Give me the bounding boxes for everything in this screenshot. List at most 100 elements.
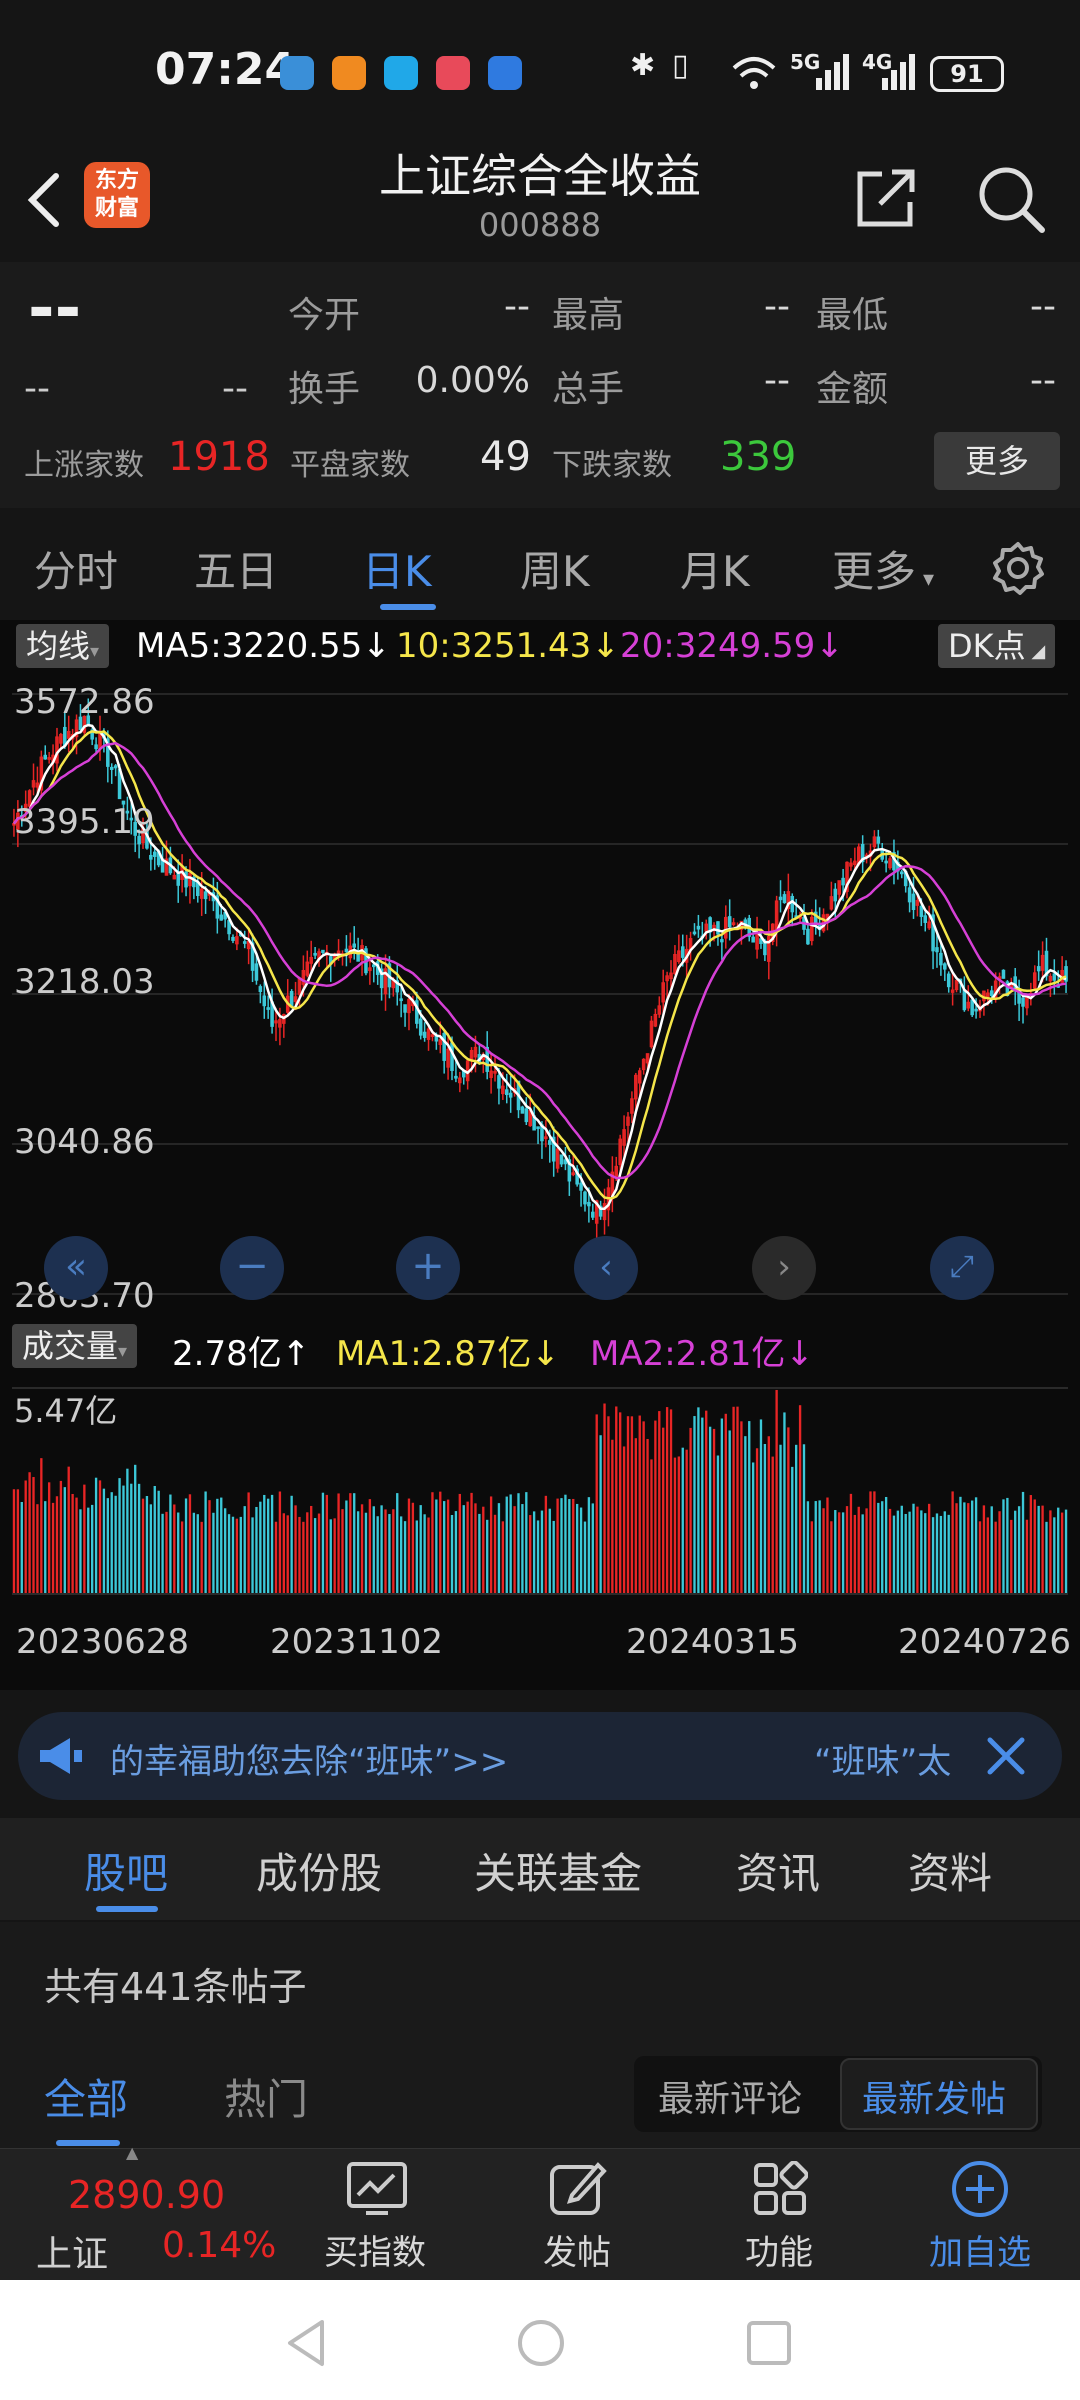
volume-bar	[274, 1521, 278, 1594]
back-nav-icon[interactable]	[284, 2318, 328, 2368]
open-label: 今开	[288, 295, 361, 336]
tab-profile[interactable]: 资料	[908, 1840, 992, 1901]
add-watchlist-button[interactable]: 加自选	[910, 2149, 1050, 2281]
candle-body	[587, 1201, 591, 1207]
volume-label: 总手	[552, 369, 625, 410]
x-tick-2: 20231102	[270, 1622, 444, 1662]
volume-selector[interactable]: 成交量▾	[12, 1324, 138, 1368]
zoom-out-button[interactable]: −	[220, 1236, 284, 1300]
tab-more[interactable]: 更多 ▾	[832, 538, 934, 599]
volume-bar	[955, 1503, 958, 1594]
dk-point-button[interactable]: DK点 ◢	[938, 624, 1056, 668]
volume-bar	[36, 1504, 39, 1594]
volume-bar	[1021, 1491, 1025, 1594]
volume-bar	[536, 1520, 540, 1594]
tab-five-day[interactable]: 五日	[194, 538, 278, 599]
tab-all-posts[interactable]: 全部	[44, 2066, 128, 2127]
zoom-in-button[interactable]: +	[396, 1236, 460, 1300]
volume-bar	[665, 1407, 669, 1594]
price-change: --	[24, 368, 50, 409]
scroll-left-fast-button[interactable]: «	[44, 1236, 108, 1300]
volume-bar	[783, 1412, 786, 1594]
candle-body	[696, 925, 701, 930]
flat-count-value: 49	[480, 434, 531, 480]
search-icon[interactable]	[976, 164, 1046, 234]
candle-body	[504, 1089, 509, 1096]
low-value: --	[1030, 286, 1056, 327]
ma-selector[interactable]: 均线▾	[16, 624, 110, 668]
tab-guba[interactable]: 股吧	[84, 1840, 168, 1901]
fullscreen-button[interactable]: ⤢	[930, 1236, 994, 1300]
volume-bar	[1017, 1506, 1021, 1594]
tab-constituents[interactable]: 成份股	[256, 1840, 382, 1901]
home-nav-icon[interactable]	[516, 2318, 566, 2368]
volume-bar	[591, 1503, 594, 1594]
tab-intraday[interactable]: 分时	[34, 538, 118, 599]
volume-bar	[540, 1510, 544, 1594]
candle-body	[313, 952, 317, 956]
volume-selector-label: 成交量	[22, 1327, 119, 1365]
volume-bar	[243, 1506, 246, 1594]
sort-latest-comment[interactable]: 最新评论	[658, 2070, 802, 2122]
sort-latest-post-button[interactable]: 最新发帖	[840, 2058, 1038, 2130]
post-button[interactable]: 发帖	[512, 2149, 642, 2281]
volume-bar	[388, 1514, 391, 1594]
volume-bar	[748, 1421, 751, 1594]
volume-bar	[118, 1478, 121, 1594]
volume-bar	[462, 1505, 465, 1594]
volume-chart[interactable]	[12, 1378, 1068, 1604]
add-circle-icon	[952, 2161, 1008, 2217]
volume-bar	[1029, 1495, 1033, 1594]
candle-body	[935, 947, 939, 953]
volume-bar	[47, 1482, 51, 1594]
function-button[interactable]: 功能	[714, 2149, 844, 2281]
volume-bar	[802, 1444, 806, 1594]
tab-related-funds[interactable]: 关联基金	[474, 1840, 642, 1901]
candle-body	[911, 893, 916, 911]
index-quote-widget[interactable]: ▲ 2890.90 上证 0.14%	[0, 2143, 300, 2281]
scroll-left-button[interactable]: ‹	[574, 1236, 638, 1300]
volume-bar	[399, 1516, 403, 1594]
candle-body	[790, 895, 795, 913]
tab-weekly-k[interactable]: 周K	[520, 538, 590, 599]
more-quote-button[interactable]: 更多	[934, 432, 1060, 490]
volume-bar	[310, 1505, 313, 1594]
volume-bar	[650, 1459, 653, 1594]
candle-body	[1052, 973, 1057, 981]
tab-daily-k[interactable]: 日K	[362, 538, 432, 599]
gear-icon[interactable]	[990, 540, 1046, 596]
recents-nav-icon[interactable]	[746, 2320, 792, 2366]
volume-bar	[892, 1515, 896, 1594]
volume-bar	[439, 1491, 442, 1594]
volume-bar	[873, 1491, 876, 1594]
volume-bar	[321, 1492, 325, 1594]
volume-bar	[458, 1493, 461, 1594]
volume-bar	[75, 1497, 78, 1594]
volume-bar	[259, 1501, 262, 1594]
volume-bar	[177, 1512, 180, 1594]
kline-chart[interactable]	[12, 674, 1068, 1314]
buy-index-button[interactable]: 买指数	[310, 2149, 440, 2281]
tab-hot-posts[interactable]: 热门	[224, 2066, 308, 2127]
volume-bar	[1037, 1505, 1040, 1594]
volume-bar	[877, 1502, 880, 1594]
news-ticker[interactable]: 的幸福助您去除“班味”>> “班味”太	[18, 1712, 1062, 1800]
tab-news[interactable]: 资讯	[736, 1840, 820, 1901]
volume-bar	[466, 1501, 469, 1594]
candle-body	[923, 915, 928, 923]
sort-toggle: 最新评论 最新发帖	[634, 2056, 1042, 2132]
candle-body	[970, 999, 974, 1016]
volume-bar	[974, 1497, 978, 1594]
bluetooth-icon: ✱	[630, 48, 656, 83]
index-name: 上证	[36, 2234, 109, 2275]
volume-bar	[372, 1506, 375, 1594]
megaphone-icon	[40, 1738, 82, 1774]
tab-monthly-k[interactable]: 月K	[680, 538, 750, 599]
share-icon[interactable]	[854, 166, 918, 230]
volume-bar	[102, 1488, 106, 1594]
scroll-right-button[interactable]: ›	[752, 1236, 816, 1300]
volume-bar	[638, 1415, 641, 1594]
volume-bar	[450, 1514, 454, 1594]
close-icon[interactable]	[986, 1736, 1026, 1776]
volume-bar	[595, 1414, 598, 1594]
